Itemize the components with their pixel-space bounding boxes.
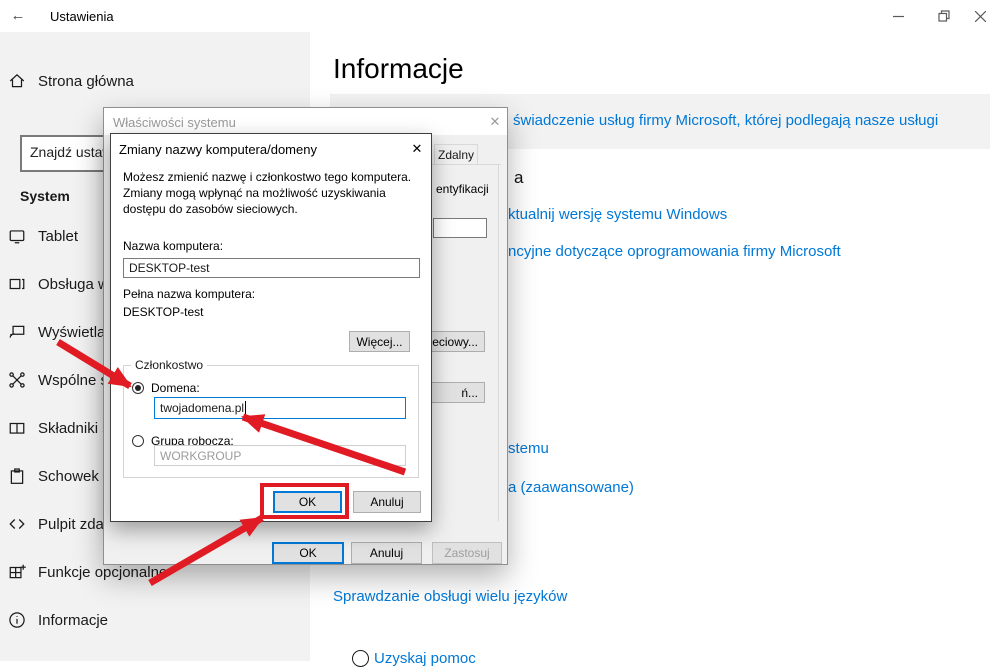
clipboard-icon [8,467,26,485]
dialog-title: Zmiany nazwy komputera/domeny [119,142,317,157]
projecting-icon [8,323,26,341]
identification-text-fragment: entyfikacji [436,182,489,196]
back-button[interactable]: ← [4,6,32,26]
restore-icon [938,10,950,22]
close-icon [975,11,986,22]
sidebar-item-label: Pulpit zdal [38,516,107,533]
language-support-link[interactable]: Sprawdzanie obsługi wielu języków [333,588,567,605]
cancel-button[interactable]: Anuluj [353,491,421,513]
sidebar-section-title: System [20,188,70,204]
minimize-button[interactable] [875,0,921,32]
services-agreement-link[interactable]: świadczenie usług firmy Microsoft, które… [513,112,938,129]
sidebar-item-home[interactable]: Strona główna [0,57,310,105]
computer-name-label: Nazwa komputera: [123,239,223,253]
shared-experiences-icon [8,371,26,389]
computer-name-value: DESKTOP-test [129,261,209,275]
page-title: Informacje [333,53,464,85]
system-components-icon [8,419,26,437]
close-icon[interactable]: ✕ [486,113,504,131]
advanced-settings-link[interactable]: a (zaawansowane) [508,479,634,496]
license-terms-link[interactable]: ncyjne dotyczące oprogramowania firmy Mi… [508,243,841,260]
workgroup-input-value: WORKGROUP [160,449,241,463]
computer-description-field-fragment[interactable] [433,218,487,238]
tab-page-border [429,164,501,165]
domain-input-value: twojadomena.pl [160,401,244,415]
system-properties-title: Właściwości systemu [113,115,236,130]
more-button[interactable]: Więcej... [349,331,410,352]
optional-features-icon [8,563,26,581]
close-button[interactable] [963,0,998,32]
sidebar-item-label: Strona główna [38,73,134,90]
system-protection-link[interactable]: stemu [508,440,549,457]
ok-button[interactable]: OK [272,542,344,564]
domain-input[interactable]: twojadomena.pl [154,397,406,419]
sidebar-item-label: Tablet [38,228,78,245]
multitasking-icon [8,275,26,293]
restore-button[interactable] [921,0,967,32]
update-windows-link[interactable]: ktualnij wersję systemu Windows [508,206,727,223]
full-name-value: DESKTOP-test [123,305,203,319]
full-name-label: Pełna nazwa komputera: [123,287,255,301]
settings-titlebar: ← Ustawienia [0,0,998,32]
sidebar-item-label: Schowek [38,468,99,485]
dialog-description: Możesz zmienić nazwę i członkostwo tego … [123,170,421,217]
sidebar-item-label: Składniki s [38,420,110,437]
system-properties-titlebar[interactable]: Właściwości systemu ✕ [104,108,507,135]
sidebar-item-label: Funkcje opcjonalne [38,564,167,581]
cancel-button[interactable]: Anuluj [351,542,422,564]
remote-desktop-icon [8,515,26,533]
domain-change-dialog: Zmiany nazwy komputera/domeny ✕ Możesz z… [110,133,432,522]
window-title: Ustawienia [50,9,114,24]
workgroup-radio[interactable] [132,435,144,447]
workgroup-input: WORKGROUP [154,445,406,466]
sidebar-item-label: Obsługa w [38,276,109,293]
tablet-icon [8,227,26,245]
tab-remote[interactable]: Zdalny [434,144,478,165]
minimize-icon [893,11,904,22]
section-heading-fragment: a [514,168,523,188]
tab-page-border [498,164,499,521]
domain-radio-label: Domena: [151,381,200,395]
sidebar-item-label: Informacje [38,612,108,629]
close-icon[interactable]: ✕ [408,140,426,158]
membership-label: Członkostwo [131,358,207,372]
sidebar-item-about[interactable]: Informacje [0,596,310,644]
help-icon [352,650,369,667]
info-icon [8,611,26,629]
ok-button[interactable]: OK [273,491,342,513]
home-icon [8,72,26,90]
domain-radio[interactable] [132,382,144,394]
apply-button: Zastosuj [432,542,502,564]
text-caret [245,401,246,415]
computer-name-input[interactable]: DESKTOP-test [123,258,420,278]
sidebar-item-label: Wspólne ś [38,372,108,389]
get-help-link[interactable]: Uzyskaj pomoc [374,650,476,667]
